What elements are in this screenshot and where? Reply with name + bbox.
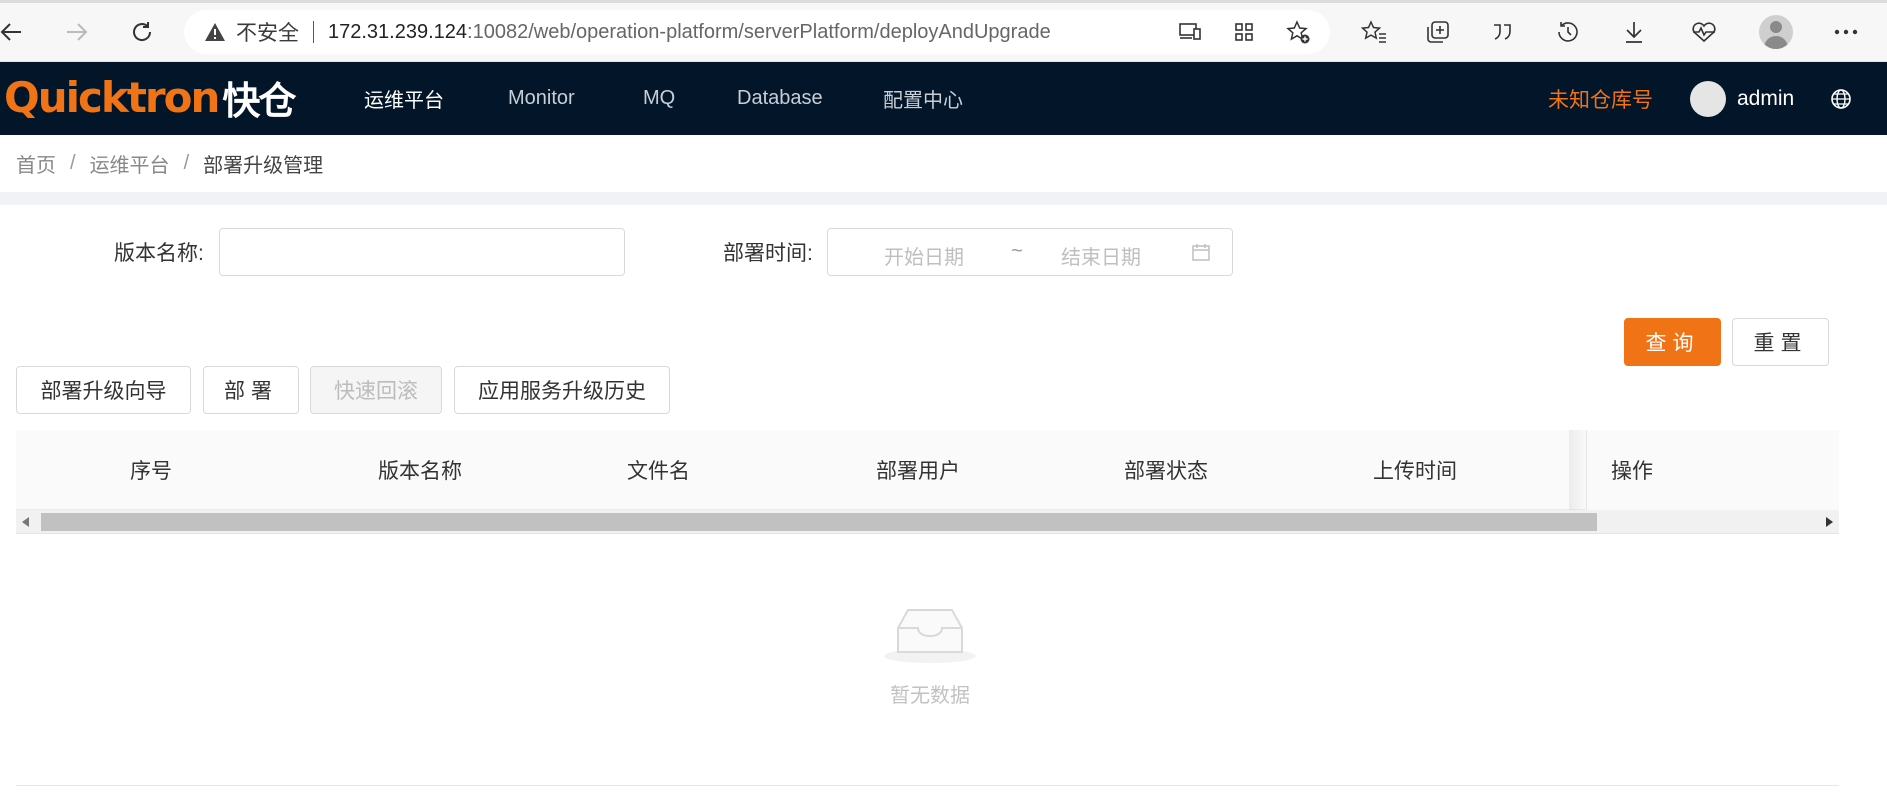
column-header-actions: 操作 — [1611, 460, 1653, 483]
nav-database[interactable]: Database — [737, 62, 823, 135]
empty-inbox-icon — [884, 609, 976, 663]
health-icon[interactable] — [1686, 14, 1722, 50]
user-name[interactable]: admin — [1737, 62, 1794, 135]
scroll-left-arrow-icon[interactable] — [16, 510, 36, 534]
fixed-action-column: 操作 — [1586, 430, 1839, 510]
warning-icon[interactable] — [204, 21, 226, 43]
url-host: 172.31.239.124 — [328, 20, 468, 43]
calendar-icon — [1192, 244, 1210, 261]
deploy-button[interactable]: 部署 — [203, 366, 299, 414]
browser-toolbar: 不安全 172.31.239.124:10082/web/operation-p… — [0, 0, 1887, 62]
breadcrumb-current: 部署升级管理 — [203, 155, 324, 177]
fixed-column-shadow — [1569, 430, 1587, 510]
version-name-field[interactable] — [219, 228, 625, 276]
device-icon[interactable] — [1176, 18, 1204, 46]
download-icon[interactable] — [1616, 14, 1652, 50]
breadcrumb-separator: / — [183, 152, 190, 174]
security-label[interactable]: 不安全 — [236, 17, 299, 47]
quicktron-logo[interactable]: Quicktron 快仓 — [4, 72, 296, 123]
scroll-right-arrow-icon[interactable] — [1819, 510, 1839, 534]
logo-cn: 快仓 — [222, 78, 296, 123]
quote-icon[interactable] — [1484, 14, 1520, 50]
reset-button[interactable]: 重置 — [1732, 318, 1829, 366]
column-header-index: 序号 — [130, 460, 172, 483]
more-icon[interactable] — [1828, 14, 1864, 50]
refresh-button[interactable] — [122, 12, 162, 52]
column-header-filename: 文件名 — [627, 460, 690, 483]
deploy-wizard-button[interactable]: 部署升级向导 — [16, 366, 191, 414]
table-header: 序号 版本名称 文件名 部署用户 部署状态 上传时间 操作 — [16, 430, 1839, 510]
refresh-icon — [133, 22, 152, 41]
user-avatar[interactable] — [1690, 81, 1726, 117]
language-globe-icon[interactable] — [1830, 88, 1852, 110]
breadcrumb-home[interactable]: 首页 — [16, 149, 56, 178]
warehouse-status[interactable]: 未知仓库号 — [1548, 62, 1653, 135]
forward-button[interactable] — [56, 12, 96, 52]
favorites-icon[interactable] — [1356, 14, 1392, 50]
deploy-date-range[interactable]: 开始日期 ~ 结束日期 — [827, 228, 1233, 276]
column-header-user: 部署用户 — [876, 460, 960, 483]
app-header: Quicktron 快仓 运维平台 Monitor MQ Database 配置… — [0, 62, 1887, 135]
content-divider — [0, 192, 1887, 205]
deploy-time-label: 部署时间: — [723, 242, 813, 265]
nav-ops-platform[interactable]: 运维平台 — [364, 62, 444, 135]
version-name-input[interactable] — [220, 229, 624, 275]
empty-text: 暂无数据 — [890, 685, 970, 707]
column-header-version: 版本名称 — [378, 460, 462, 483]
column-header-status: 部署状态 — [1124, 460, 1208, 483]
quick-rollback-button[interactable]: 快速回滚 — [310, 366, 442, 414]
address-bar[interactable]: 不安全 172.31.239.124:10082/web/operation-p… — [184, 10, 1330, 54]
table-bottom-border — [16, 785, 1839, 786]
column-header-upload-time: 上传时间 — [1373, 460, 1457, 483]
profile-avatar-icon[interactable] — [1758, 14, 1794, 50]
table-empty-state: 暂无数据 — [880, 604, 980, 708]
logo-text: Quicktron — [4, 72, 220, 122]
nav-monitor[interactable]: Monitor — [508, 62, 575, 135]
back-arrow-icon — [0, 23, 21, 41]
add-favorite-icon[interactable] — [1284, 18, 1312, 46]
address-divider — [313, 21, 314, 43]
version-name-label: 版本名称: — [114, 242, 204, 265]
forward-arrow-icon — [67, 23, 88, 41]
scrollbar-thumb[interactable] — [41, 513, 1597, 531]
nav-mq[interactable]: MQ — [643, 62, 675, 135]
breadcrumb-ops[interactable]: 运维平台 — [90, 149, 170, 178]
upgrade-history-button[interactable]: 应用服务升级历史 — [454, 366, 670, 414]
date-range-separator: ~ — [1011, 240, 1023, 262]
start-date-input[interactable]: 开始日期 — [884, 241, 964, 270]
collections-icon[interactable] — [1420, 14, 1456, 50]
breadcrumb: 首页 / 运维平台 / 部署升级管理 — [16, 135, 323, 192]
table-horizontal-scrollbar[interactable] — [16, 510, 1839, 534]
apps-icon[interactable] — [1230, 18, 1258, 46]
url-path: :10082/web/operation-platform/serverPlat… — [467, 20, 1051, 43]
breadcrumb-separator: / — [70, 152, 76, 174]
back-button[interactable] — [0, 12, 32, 52]
history-icon[interactable] — [1550, 14, 1586, 50]
tab-strip — [0, 0, 1887, 3]
end-date-input[interactable]: 结束日期 — [1061, 241, 1141, 270]
query-button[interactable]: 查询 — [1624, 318, 1721, 366]
nav-config-center[interactable]: 配置中心 — [883, 62, 963, 135]
